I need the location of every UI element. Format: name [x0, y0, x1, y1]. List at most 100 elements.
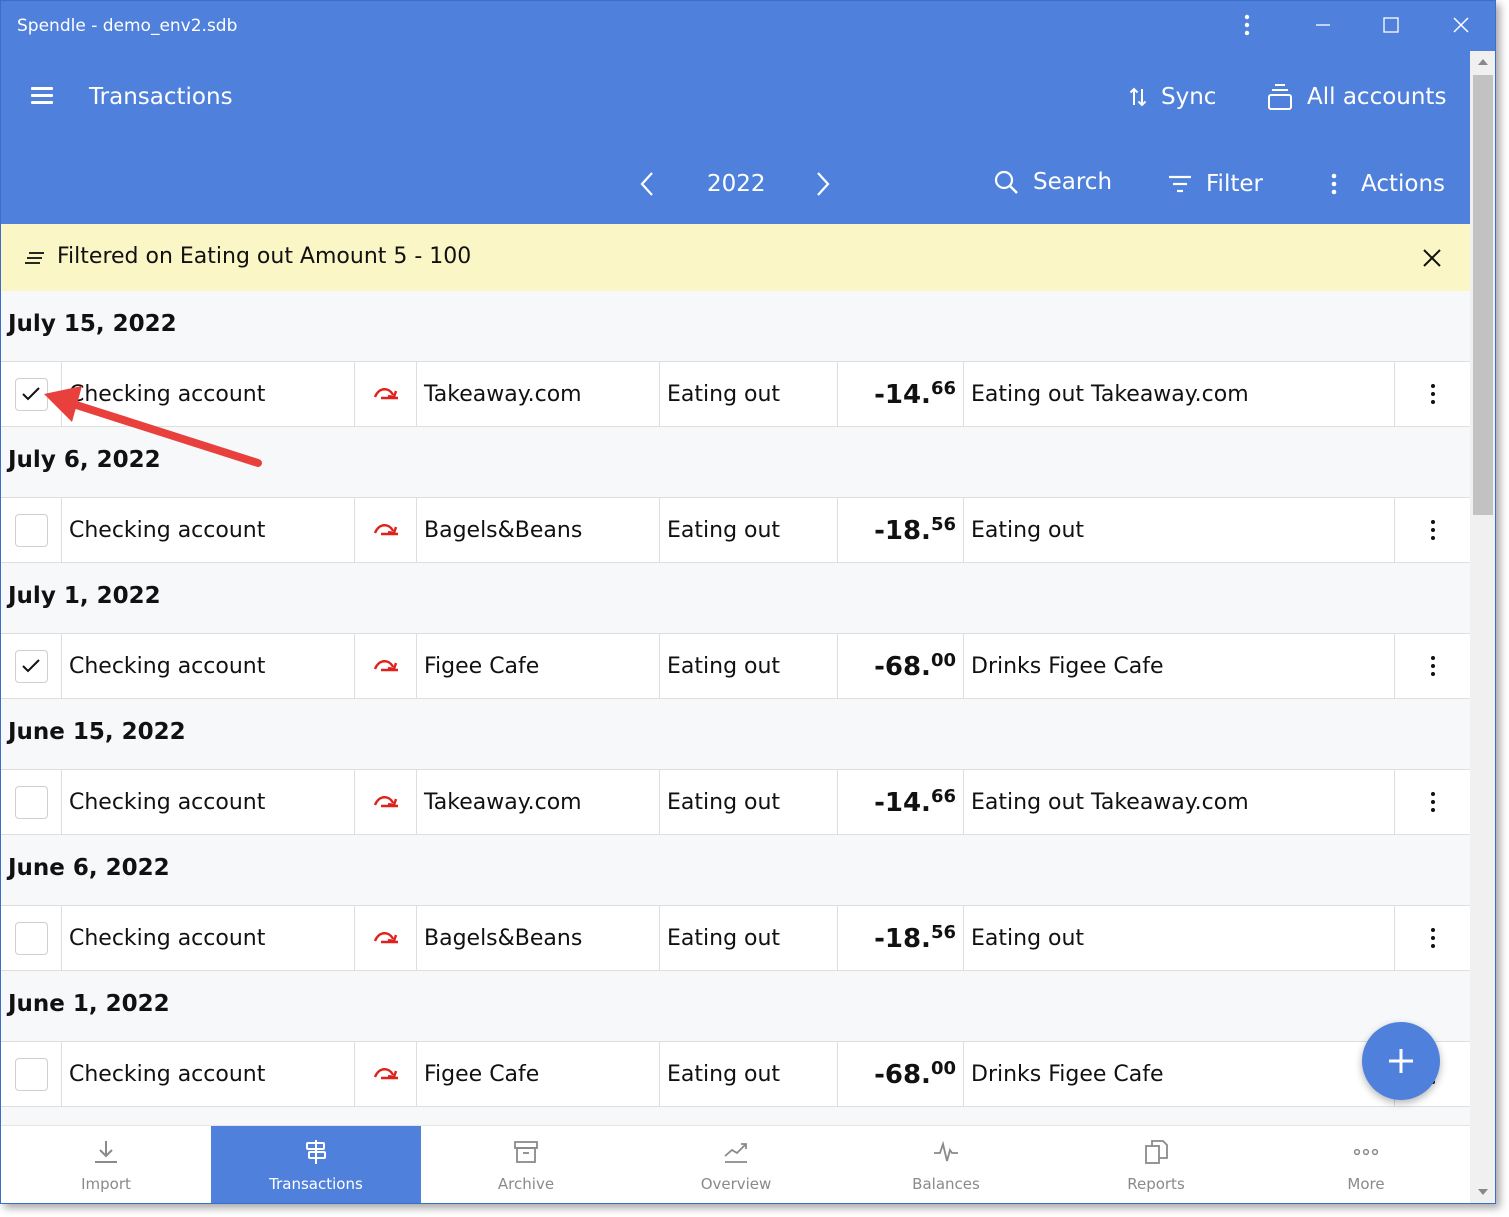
nav-label: Import — [81, 1175, 131, 1193]
account-name: Checking account — [69, 653, 266, 679]
amount-cell[interactable]: -18. 56 — [837, 498, 963, 562]
nav-balances[interactable]: Balances — [841, 1126, 1051, 1203]
row-kebab-icon — [1430, 520, 1435, 540]
description-cell[interactable]: Eating out Takeaway.com — [963, 362, 1394, 426]
transfer-cell[interactable] — [354, 498, 416, 562]
hamburger-menu-icon[interactable] — [31, 87, 53, 105]
category-cell[interactable]: Eating out — [659, 1042, 837, 1106]
sync-icon — [1129, 87, 1147, 107]
nav-archive[interactable]: Archive — [421, 1126, 631, 1203]
bottom-navigation: Import Transactions Archive Overview Balance… — [1, 1125, 1471, 1203]
category-name: Eating out — [667, 925, 781, 951]
account-name: Checking account — [69, 925, 266, 951]
row-checkbox[interactable] — [14, 377, 48, 411]
amount-integer: -18. — [874, 924, 931, 954]
outgoing-transfer-icon — [373, 388, 398, 400]
amount-cell[interactable]: -68. 00 — [837, 1042, 963, 1106]
archive-icon — [513, 1139, 539, 1169]
close-window-icon[interactable] — [1441, 9, 1481, 41]
filter-button[interactable]: Filter — [1168, 171, 1263, 197]
next-year-icon[interactable] — [813, 171, 833, 201]
row-menu-button[interactable] — [1394, 634, 1470, 698]
date-group-header: June 1, 2022 — [8, 991, 170, 1017]
transfer-cell[interactable] — [354, 1042, 416, 1106]
transaction-row[interactable]: Checking account Takeaway.com Eating out -1… — [1, 361, 1470, 427]
description-cell[interactable]: Eating out — [963, 906, 1394, 970]
scrollbar-thumb[interactable] — [1473, 75, 1493, 515]
payee-cell[interactable]: Figee Cafe — [416, 634, 659, 698]
payee-cell[interactable]: Takeaway.com — [416, 770, 659, 834]
transaction-row[interactable]: Checking account Bagels&Beans Eating out -1… — [1, 497, 1470, 563]
description-cell[interactable]: Drinks Figee Cafe — [963, 634, 1394, 698]
plus-icon — [1389, 1049, 1413, 1073]
window-menu-icon[interactable] — [1227, 9, 1267, 41]
row-menu-button[interactable] — [1394, 362, 1470, 426]
row-checkbox[interactable] — [14, 649, 48, 683]
add-transaction-button[interactable] — [1362, 1022, 1440, 1100]
amount-cell[interactable]: -14. 66 — [837, 362, 963, 426]
account-cell[interactable]: Checking account — [61, 906, 354, 970]
pulse-icon — [933, 1139, 959, 1169]
transaction-row[interactable]: Checking account Bagels&Beans Eating out -1… — [1, 905, 1470, 971]
description-cell[interactable]: Eating out — [963, 498, 1394, 562]
row-menu-button[interactable] — [1394, 906, 1470, 970]
maximize-icon[interactable] — [1371, 9, 1411, 41]
transaction-row[interactable]: Checking account Figee Cafe Eating out -68.… — [1, 633, 1470, 699]
scroll-down-icon[interactable] — [1478, 1189, 1488, 1195]
transfer-cell[interactable] — [354, 906, 416, 970]
previous-year-icon[interactable] — [637, 171, 657, 201]
nav-more[interactable]: More — [1261, 1126, 1471, 1203]
description-cell[interactable]: Drinks Figee Cafe — [963, 1042, 1394, 1106]
transfer-cell[interactable] — [354, 634, 416, 698]
row-menu-button[interactable] — [1394, 498, 1470, 562]
transaction-row[interactable]: Checking account Figee Cafe Eating out -68.… — [1, 1041, 1470, 1107]
account-cell[interactable]: Checking account — [61, 1042, 354, 1106]
payee-cell[interactable]: Bagels&Beans — [416, 906, 659, 970]
row-kebab-icon — [1430, 656, 1435, 676]
transaction-row[interactable]: Checking account Takeaway.com Eating out -1… — [1, 769, 1470, 835]
transfer-cell[interactable] — [354, 362, 416, 426]
transfer-cell[interactable] — [354, 770, 416, 834]
description-cell[interactable]: Eating out Takeaway.com — [963, 770, 1394, 834]
scroll-up-icon[interactable] — [1478, 59, 1488, 65]
page-title: Transactions — [89, 84, 233, 110]
nav-transactions[interactable]: Transactions — [211, 1126, 421, 1203]
clear-filter-icon[interactable] — [1422, 248, 1442, 272]
sync-button[interactable]: Sync — [1129, 84, 1216, 110]
amount-cents: 00 — [930, 650, 956, 671]
actions-button[interactable]: Actions — [1331, 171, 1445, 197]
description-text: Eating out — [971, 925, 1085, 951]
amount-cell[interactable]: -18. 56 — [837, 906, 963, 970]
row-checkbox[interactable] — [14, 1057, 48, 1091]
row-checkbox[interactable] — [14, 921, 48, 955]
all-accounts-button[interactable]: All accounts — [1267, 83, 1446, 111]
nav-import[interactable]: Import — [1, 1126, 211, 1203]
nav-label: Archive — [497, 1175, 555, 1193]
search-button[interactable]: Search — [993, 169, 1112, 195]
payee-cell[interactable]: Bagels&Beans — [416, 498, 659, 562]
nav-reports[interactable]: Reports — [1051, 1126, 1261, 1203]
account-cell[interactable]: Checking account — [61, 498, 354, 562]
account-cell[interactable]: Checking account — [61, 634, 354, 698]
nav-overview[interactable]: Overview — [631, 1126, 841, 1203]
category-cell[interactable]: Eating out — [659, 362, 837, 426]
payee-cell[interactable]: Takeaway.com — [416, 362, 659, 426]
account-cell[interactable]: Checking account — [61, 362, 354, 426]
category-cell[interactable]: Eating out — [659, 770, 837, 834]
row-checkbox[interactable] — [14, 785, 48, 819]
outgoing-transfer-icon — [373, 932, 398, 944]
category-cell[interactable]: Eating out — [659, 634, 837, 698]
row-checkbox[interactable] — [14, 513, 48, 547]
app-window: Spendle - demo_env2.sdb Transactions Syn… — [0, 0, 1496, 1204]
amount-cell[interactable]: -68. 00 — [837, 634, 963, 698]
row-menu-button[interactable] — [1394, 770, 1470, 834]
account-cell[interactable]: Checking account — [61, 770, 354, 834]
vertical-scrollbar[interactable] — [1470, 51, 1495, 1203]
amount-cell[interactable]: -14. 66 — [837, 770, 963, 834]
category-cell[interactable]: Eating out — [659, 906, 837, 970]
category-cell[interactable]: Eating out — [659, 498, 837, 562]
date-group-header: July 15, 2022 — [8, 311, 177, 337]
payee-cell[interactable]: Figee Cafe — [416, 1042, 659, 1106]
window-title: Spendle - demo_env2.sdb — [17, 16, 238, 36]
minimize-icon[interactable] — [1303, 9, 1343, 41]
